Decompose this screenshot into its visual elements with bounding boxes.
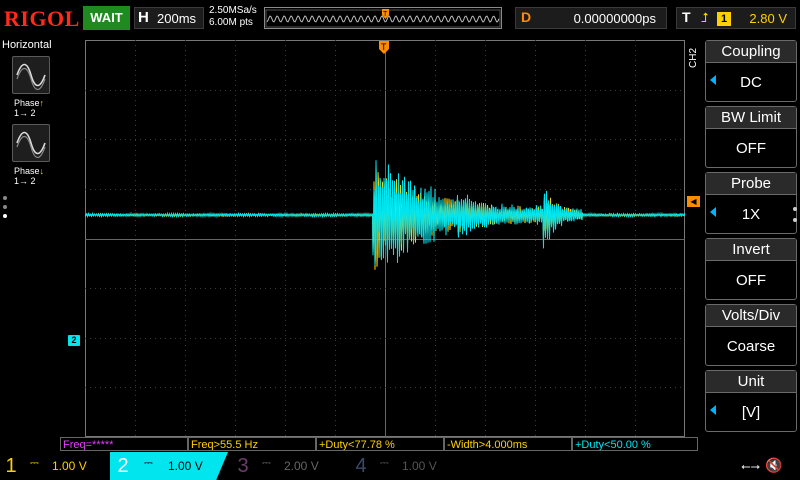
menu-coupling-value: DC xyxy=(740,74,762,91)
measurement-item[interactable]: +Duty<77.78 % xyxy=(316,437,444,451)
svg-text:T: T xyxy=(383,11,388,18)
horizontal-timebase[interactable]: H 200ms xyxy=(134,7,204,29)
sine-wave-icon xyxy=(16,63,46,91)
channel-number: 3 xyxy=(237,455,249,477)
channel-scale: 1.00 V xyxy=(402,459,437,473)
measurement-text: Freq=***** xyxy=(63,439,114,451)
phase-falling-label: Phase↓ 1→ 2 xyxy=(14,166,58,186)
delay-box[interactable]: D 0.00000000ps xyxy=(515,7,667,29)
dc-coupling-icon: ⎓ xyxy=(262,457,271,469)
left-arrow-icon xyxy=(710,207,716,217)
horizontal-panel-title: Horizontal xyxy=(2,39,52,51)
measurement-text: Freq>55.5 Hz xyxy=(191,439,258,451)
rising-edge-icon: ↑ xyxy=(39,98,45,108)
page-dot xyxy=(3,196,7,200)
acquisition-info: 2.50MSa/s 6.00M pts xyxy=(209,5,257,29)
measurement-item[interactable]: Freq>55.5 Hz xyxy=(188,437,316,451)
waveform-display[interactable]: T xyxy=(85,40,685,437)
channel-menu: Coupling DC BW Limit OFF Probe 1X Invert… xyxy=(705,40,800,435)
menu-probe-title: Probe xyxy=(706,173,796,195)
menu-volts-div-title: Volts/Div xyxy=(706,305,796,327)
dc-coupling-icon: ⎓ xyxy=(144,457,153,469)
channel-status-bar: 1 ⎓ 1.00 V 2 ⎓ 1.00 V 3 ⎓ 2.00 V 4 ⎓ 1.0… xyxy=(0,452,800,480)
phase-falling-text: Phase xyxy=(14,166,40,176)
speaker-muted-icon[interactable]: 🔇 xyxy=(765,457,782,474)
phase-rising-sub: 1→ 2 xyxy=(14,108,36,118)
usb-icon: ⭠⭢ xyxy=(741,459,761,473)
menu-probe-value: 1X xyxy=(741,206,761,223)
phase-rising-button[interactable] xyxy=(12,56,50,94)
left-arrow-icon xyxy=(710,405,716,415)
rising-edge-icon: ⮥ xyxy=(701,10,709,25)
menu-volts-div[interactable]: Volts/Div Coarse xyxy=(705,304,797,366)
menu-invert-value: OFF xyxy=(736,272,766,289)
menu-coupling[interactable]: Coupling DC xyxy=(705,40,797,102)
menu-unit-title: Unit xyxy=(706,371,796,393)
measurement-item[interactable]: +Duty<50.00 % xyxy=(572,437,698,451)
run-status-badge[interactable]: WAIT xyxy=(83,6,130,30)
menu-invert-title: Invert xyxy=(706,239,796,261)
ch2-offset-marker[interactable]: 2 xyxy=(68,335,80,346)
trigger-box[interactable]: T ⮥ 1 2.80 V xyxy=(676,7,796,29)
menu-volts-div-value: Coarse xyxy=(726,338,776,355)
page-indicator xyxy=(3,196,7,223)
phase-falling-button[interactable] xyxy=(12,124,50,162)
channel-number: 1 xyxy=(5,455,17,477)
phase-rising-text: Phase xyxy=(14,98,40,108)
menu-bw-limit[interactable]: BW Limit OFF xyxy=(705,106,797,168)
menu-bw-limit-title: BW Limit xyxy=(706,107,796,129)
phase-falling-sub: 1→ 2 xyxy=(14,176,36,186)
brand-logo: RIGOL xyxy=(4,6,80,31)
menu-unit-value: [V] xyxy=(741,404,761,421)
measurement-bar: Freq=***** Freq>55.5 Hz +Duty<77.78 % -W… xyxy=(60,437,700,451)
horizontal-quick-panel: Horizontal Phase↑ 1→ 2 Phase↓ 1→ 2 xyxy=(0,36,60,436)
menu-bw-limit-value: OFF xyxy=(736,140,766,157)
menu-unit[interactable]: Unit [V] xyxy=(705,370,797,432)
channel-scale: 1.00 V xyxy=(168,459,203,473)
channel-scale: 1.00 V xyxy=(52,459,87,473)
channel-4-status[interactable]: 4 ⎓ 1.00 V xyxy=(350,452,462,480)
trigger-time-marker: T xyxy=(379,41,389,54)
dc-coupling-icon: ⎓ xyxy=(30,457,39,469)
channel-scale: 2.00 V xyxy=(284,459,319,473)
memory-overview[interactable]: T xyxy=(264,7,502,29)
left-arrow-icon xyxy=(710,75,716,85)
page-dot xyxy=(3,205,7,209)
timebase-value: 200ms xyxy=(157,11,197,26)
side-dot xyxy=(793,218,797,222)
trigger-level: 2.80 V xyxy=(749,11,787,26)
sine-wave-icon xyxy=(16,131,46,159)
channel-2-status[interactable]: 2 ⎓ 1.00 V xyxy=(112,452,228,480)
measurement-text: -Width>4.000ms xyxy=(447,439,528,451)
phase-rising-label: Phase↑ 1→ 2 xyxy=(14,98,58,118)
channel-3-status[interactable]: 3 ⎓ 2.00 V xyxy=(232,452,344,480)
menu-probe[interactable]: Probe 1X xyxy=(705,172,797,234)
page-dot-active xyxy=(3,214,7,218)
trigger-label: T xyxy=(682,9,691,25)
measurement-item[interactable]: Freq=***** xyxy=(60,437,188,451)
measurement-text: +Duty<50.00 % xyxy=(575,439,651,451)
top-status-bar: RIGOL WAIT H 200ms 2.50MSa/s 6.00M pts T… xyxy=(0,0,800,36)
horizontal-label: H xyxy=(138,9,149,26)
channel-tag: CH2 xyxy=(688,47,699,68)
trigger-source: 1 xyxy=(717,12,731,26)
menu-invert[interactable]: Invert OFF xyxy=(705,238,797,300)
measurement-text: +Duty<77.78 % xyxy=(319,439,395,451)
measurement-item[interactable]: -Width>4.000ms xyxy=(444,437,572,451)
svg-text:T: T xyxy=(381,42,387,52)
memory-overview-waveform: T xyxy=(265,9,501,28)
sample-rate: 2.50MSa/s xyxy=(209,5,257,16)
trigger-level-marker[interactable]: ◀ xyxy=(687,196,700,207)
channel-1-status[interactable]: 1 ⎓ 1.00 V xyxy=(0,452,110,480)
side-dot xyxy=(793,207,797,211)
memory-depth: 6.00M pts xyxy=(209,17,253,28)
falling-edge-icon: ↓ xyxy=(39,166,45,176)
channel-number: 2 xyxy=(117,455,129,477)
menu-coupling-title: Coupling xyxy=(706,41,796,63)
delay-label: D xyxy=(521,9,532,25)
channel-number: 4 xyxy=(355,455,367,477)
dc-coupling-icon: ⎓ xyxy=(380,457,389,469)
delay-value: 0.00000000ps xyxy=(573,11,656,26)
